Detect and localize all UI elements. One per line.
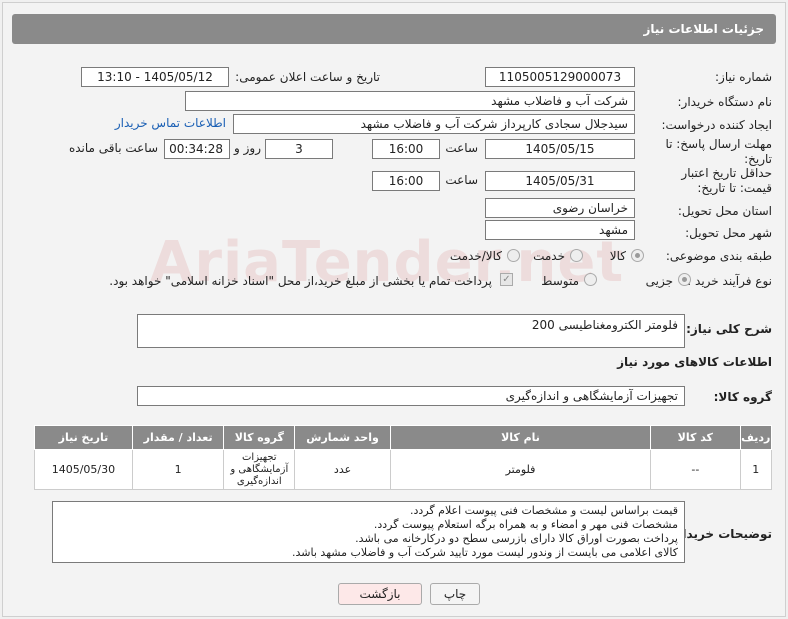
province-field: خراسان رضوی xyxy=(485,198,635,218)
buyer-notes-field: قیمت براساس لیست و مشخصات فنی پیوست اعلا… xyxy=(52,501,685,563)
goods-section-title: اطلاعات کالاهای مورد نیاز xyxy=(617,355,772,369)
col-need-date: تاریخ نیاز xyxy=(34,425,133,450)
cell-row: 1 xyxy=(739,449,773,490)
col-group: گروه کالا xyxy=(223,425,296,450)
table-row: 1 -- فلومتر عدد تجهیزات آزمایشگاهی و اند… xyxy=(34,449,773,490)
category-both-radio[interactable] xyxy=(507,249,520,262)
back-button[interactable]: بازگشت xyxy=(338,583,422,605)
validity-time-word: ساعت xyxy=(445,173,478,187)
creator-field: سیدجلال سجادی کارپرداز شرکت آب و فاضلاب … xyxy=(233,114,635,134)
treasury-payment-note: پرداخت تمام یا بخشی از مبلغ خرید،از محل … xyxy=(109,274,492,288)
col-unit: واحد شمارش xyxy=(294,425,391,450)
goods-group-label: گروه کالا: xyxy=(713,390,772,404)
city-field: مشهد xyxy=(485,220,635,240)
process-label: نوع فرآیند خرید : xyxy=(687,274,772,288)
announce-label: تاریخ و ساعت اعلان عمومی: xyxy=(235,70,380,84)
province-label: استان محل تحویل: xyxy=(677,204,772,218)
print-button[interactable]: چاپ xyxy=(430,583,480,605)
col-name: نام کالا xyxy=(389,425,652,450)
category-both-label: کالا/خدمت xyxy=(449,249,502,263)
cell-quantity: 1 xyxy=(131,449,225,490)
announce-field: 1405/05/12 - 13:10 xyxy=(81,67,229,87)
need-number-field: 1105005129000073 xyxy=(485,67,635,87)
goods-table: ردیف کد کالا نام کالا واحد شمارش گروه کا… xyxy=(34,425,773,490)
treasury-payment-checkbox[interactable]: ✓ xyxy=(500,273,513,286)
city-label: شهر محل تحویل: xyxy=(685,226,772,240)
buyer-org-label: نام دستگاه خریدار: xyxy=(677,95,773,109)
process-partial-radio[interactable] xyxy=(678,273,691,286)
category-service-radio[interactable] xyxy=(570,249,583,262)
cell-code: -- xyxy=(650,449,741,490)
page-title: جزئیات اطلاعات نیاز xyxy=(12,14,776,44)
remaining-field: 00:34:28 xyxy=(164,139,230,159)
deadline-label: مهلت ارسال پاسخ: تا تاریخ: xyxy=(665,137,772,166)
days-field: 3 xyxy=(265,139,333,159)
buyer-notes-label: توضیحات خریدار: xyxy=(670,527,772,541)
process-partial-label: جزیی xyxy=(645,274,673,288)
deadline-time-word: ساعت xyxy=(445,141,478,155)
cell-unit: عدد xyxy=(294,449,391,490)
remaining-word: ساعت باقی مانده xyxy=(68,141,158,155)
cell-need-date: 1405/05/30 xyxy=(34,449,133,490)
validity-label: حداقل تاریخ اعتبار قیمت: تا تاریخ: xyxy=(681,166,772,195)
process-medium-radio[interactable] xyxy=(584,273,597,286)
general-desc-label: شرح کلی نیاز: xyxy=(686,322,772,336)
category-goods-radio[interactable] xyxy=(631,249,644,262)
creator-label: ایجاد کننده درخواست: xyxy=(661,118,772,132)
process-medium-label: متوسط xyxy=(541,274,579,288)
col-row: ردیف xyxy=(739,425,773,450)
validity-time-field: 16:00 xyxy=(372,171,440,191)
buyer-org-field: شرکت آب و فاضلاب مشهد xyxy=(185,91,635,111)
col-code: کد کالا xyxy=(650,425,741,450)
cell-group: تجهیزات آزمایشگاهی و اندازه‌گیری xyxy=(223,449,296,490)
buyer-contact-link[interactable]: اطلاعات تماس خریدار xyxy=(115,116,226,130)
days-word: روز و xyxy=(234,141,261,155)
category-goods-label: کالا xyxy=(609,249,626,263)
category-label: طبقه بندی موضوعی: xyxy=(665,249,772,263)
general-desc-field: فلومتر الکترومغناطیسی 200 xyxy=(137,314,685,348)
deadline-time-field: 16:00 xyxy=(372,139,440,159)
col-quantity: تعداد / مقدار xyxy=(131,425,225,450)
need-number-label: شماره نیاز: xyxy=(715,70,772,84)
category-service-label: خدمت xyxy=(533,249,565,263)
cell-name: فلومتر xyxy=(389,449,652,490)
deadline-date-field: 1405/05/15 xyxy=(485,139,635,159)
goods-group-field: تجهیزات آزمایشگاهی و اندازه‌گیری xyxy=(137,386,685,406)
validity-date-field: 1405/05/31 xyxy=(485,171,635,191)
